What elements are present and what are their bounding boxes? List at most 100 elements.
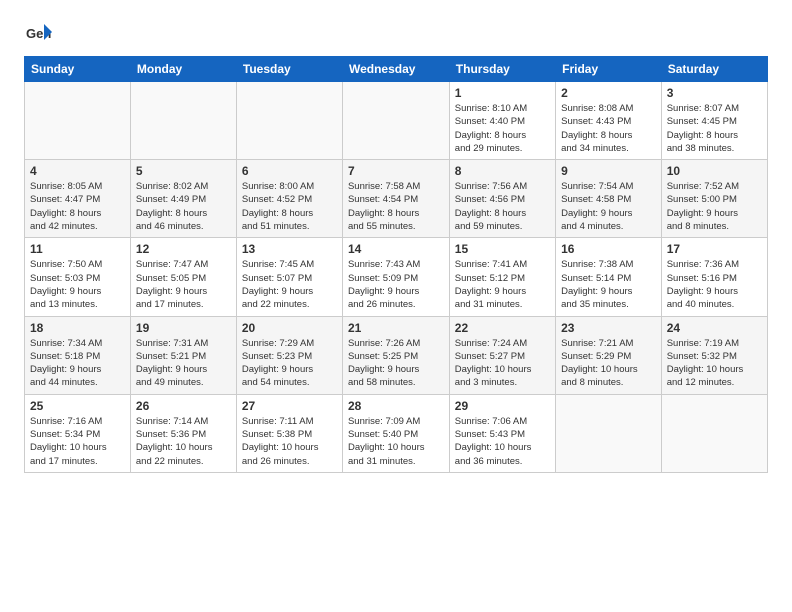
day-info: Sunrise: 7:19 AM Sunset: 5:32 PM Dayligh… [667, 337, 762, 390]
day-info: Sunrise: 7:47 AM Sunset: 5:05 PM Dayligh… [136, 258, 231, 311]
day-info: Sunrise: 7:21 AM Sunset: 5:29 PM Dayligh… [561, 337, 656, 390]
calendar-cell: 10Sunrise: 7:52 AM Sunset: 5:00 PM Dayli… [661, 160, 767, 238]
calendar-cell: 3 Sunrise: 8:07 AM Sunset: 4:45 PM Daylig… [661, 82, 767, 160]
calendar-cell: 26 Sunrise: 7:14 AM Sunset: 5:36 PM Dayli… [130, 394, 236, 472]
calendar-cell: 18Sunrise: 7:34 AM Sunset: 5:18 PM Dayli… [25, 316, 131, 394]
calendar-cell: 11 Sunrise: 7:50 AM Sunset: 5:03 PM Dayli… [25, 238, 131, 316]
calendar-cell: 22 Sunrise: 7:24 AM Sunset: 5:27 PM Dayli… [449, 316, 555, 394]
day-number: 19 [136, 321, 231, 335]
day-number: 5 [136, 164, 231, 178]
day-info: Sunrise: 7:43 AM Sunset: 5:09 PM Dayligh… [348, 258, 444, 311]
calendar-week-row: 11 Sunrise: 7:50 AM Sunset: 5:03 PM Dayli… [25, 238, 768, 316]
calendar-cell: 12 Sunrise: 7:47 AM Sunset: 5:05 PM Dayli… [130, 238, 236, 316]
calendar-cell: 13 Sunrise: 7:45 AM Sunset: 5:07 PM Dayli… [236, 238, 342, 316]
col-header-saturday: Saturday [661, 57, 767, 82]
day-info: Sunrise: 7:09 AM Sunset: 5:40 PM Dayligh… [348, 415, 444, 468]
day-number: 14 [348, 242, 444, 256]
day-number: 13 [242, 242, 337, 256]
day-number: 11 [30, 242, 125, 256]
day-info: Sunrise: 8:08 AM Sunset: 4:43 PM Dayligh… [561, 102, 656, 155]
col-header-friday: Friday [556, 57, 662, 82]
calendar-cell: 21 Sunrise: 7:26 AM Sunset: 5:25 PM Dayli… [342, 316, 449, 394]
calendar-cell: 25 Sunrise: 7:16 AM Sunset: 5:34 PM Dayli… [25, 394, 131, 472]
day-info: Sunrise: 8:05 AM Sunset: 4:47 PM Dayligh… [30, 180, 125, 233]
day-number: 9 [561, 164, 656, 178]
calendar-week-row: 1 Sunrise: 8:10 AM Sunset: 4:40 PM Daylig… [25, 82, 768, 160]
day-info: Sunrise: 7:41 AM Sunset: 5:12 PM Dayligh… [455, 258, 550, 311]
calendar-cell: 4 Sunrise: 8:05 AM Sunset: 4:47 PM Daylig… [25, 160, 131, 238]
page-header: Gen [24, 20, 768, 48]
calendar-cell: 17 Sunrise: 7:36 AM Sunset: 5:16 PM Dayli… [661, 238, 767, 316]
day-info: Sunrise: 7:54 AM Sunset: 4:58 PM Dayligh… [561, 180, 656, 233]
calendar-week-row: 25 Sunrise: 7:16 AM Sunset: 5:34 PM Dayli… [25, 394, 768, 472]
day-info: Sunrise: 7:50 AM Sunset: 5:03 PM Dayligh… [30, 258, 125, 311]
day-number: 16 [561, 242, 656, 256]
calendar-cell [342, 82, 449, 160]
calendar-cell [25, 82, 131, 160]
day-number: 25 [30, 399, 125, 413]
day-number: 3 [667, 86, 762, 100]
day-number: 24 [667, 321, 762, 335]
calendar-cell: 15 Sunrise: 7:41 AM Sunset: 5:12 PM Dayli… [449, 238, 555, 316]
day-number: 18 [30, 321, 125, 335]
col-header-monday: Monday [130, 57, 236, 82]
day-number: 12 [136, 242, 231, 256]
calendar-cell: 16 Sunrise: 7:38 AM Sunset: 5:14 PM Dayli… [556, 238, 662, 316]
calendar-table: SundayMondayTuesdayWednesdayThursdayFrid… [24, 56, 768, 473]
day-info: Sunrise: 7:58 AM Sunset: 4:54 PM Dayligh… [348, 180, 444, 233]
day-info: Sunrise: 8:07 AM Sunset: 4:45 PM Dayligh… [667, 102, 762, 155]
day-number: 6 [242, 164, 337, 178]
day-number: 17 [667, 242, 762, 256]
day-info: Sunrise: 7:06 AM Sunset: 5:43 PM Dayligh… [455, 415, 550, 468]
day-info: Sunrise: 7:16 AM Sunset: 5:34 PM Dayligh… [30, 415, 125, 468]
day-number: 23 [561, 321, 656, 335]
calendar-cell: 19 Sunrise: 7:31 AM Sunset: 5:21 PM Dayli… [130, 316, 236, 394]
day-info: Sunrise: 8:02 AM Sunset: 4:49 PM Dayligh… [136, 180, 231, 233]
col-header-thursday: Thursday [449, 57, 555, 82]
calendar-cell: 9 Sunrise: 7:54 AM Sunset: 4:58 PM Daylig… [556, 160, 662, 238]
calendar-cell: 1 Sunrise: 8:10 AM Sunset: 4:40 PM Daylig… [449, 82, 555, 160]
day-number: 21 [348, 321, 444, 335]
day-info: Sunrise: 8:00 AM Sunset: 4:52 PM Dayligh… [242, 180, 337, 233]
day-number: 10 [667, 164, 762, 178]
logo: Gen [24, 20, 56, 48]
day-number: 29 [455, 399, 550, 413]
day-info: Sunrise: 7:11 AM Sunset: 5:38 PM Dayligh… [242, 415, 337, 468]
calendar-header-row: SundayMondayTuesdayWednesdayThursdayFrid… [25, 57, 768, 82]
calendar-cell [236, 82, 342, 160]
calendar-week-row: 4 Sunrise: 8:05 AM Sunset: 4:47 PM Daylig… [25, 160, 768, 238]
day-number: 2 [561, 86, 656, 100]
calendar-cell: 6 Sunrise: 8:00 AM Sunset: 4:52 PM Daylig… [236, 160, 342, 238]
day-number: 8 [455, 164, 550, 178]
day-info: Sunrise: 8:10 AM Sunset: 4:40 PM Dayligh… [455, 102, 550, 155]
day-number: 20 [242, 321, 337, 335]
calendar-cell: 5 Sunrise: 8:02 AM Sunset: 4:49 PM Daylig… [130, 160, 236, 238]
calendar-cell: 14 Sunrise: 7:43 AM Sunset: 5:09 PM Dayli… [342, 238, 449, 316]
day-number: 4 [30, 164, 125, 178]
day-number: 26 [136, 399, 231, 413]
day-number: 27 [242, 399, 337, 413]
calendar-cell: 27 Sunrise: 7:11 AM Sunset: 5:38 PM Dayli… [236, 394, 342, 472]
day-info: Sunrise: 7:29 AM Sunset: 5:23 PM Dayligh… [242, 337, 337, 390]
calendar-week-row: 18Sunrise: 7:34 AM Sunset: 5:18 PM Dayli… [25, 316, 768, 394]
day-info: Sunrise: 7:45 AM Sunset: 5:07 PM Dayligh… [242, 258, 337, 311]
calendar-cell: 29 Sunrise: 7:06 AM Sunset: 5:43 PM Dayli… [449, 394, 555, 472]
day-info: Sunrise: 7:24 AM Sunset: 5:27 PM Dayligh… [455, 337, 550, 390]
day-number: 1 [455, 86, 550, 100]
day-number: 28 [348, 399, 444, 413]
calendar-cell: 7Sunrise: 7:58 AM Sunset: 4:54 PM Daylig… [342, 160, 449, 238]
day-number: 22 [455, 321, 550, 335]
col-header-sunday: Sunday [25, 57, 131, 82]
col-header-wednesday: Wednesday [342, 57, 449, 82]
calendar-cell: 20 Sunrise: 7:29 AM Sunset: 5:23 PM Dayli… [236, 316, 342, 394]
day-info: Sunrise: 7:38 AM Sunset: 5:14 PM Dayligh… [561, 258, 656, 311]
day-info: Sunrise: 7:56 AM Sunset: 4:56 PM Dayligh… [455, 180, 550, 233]
day-number: 15 [455, 242, 550, 256]
day-info: Sunrise: 7:36 AM Sunset: 5:16 PM Dayligh… [667, 258, 762, 311]
day-info: Sunrise: 7:31 AM Sunset: 5:21 PM Dayligh… [136, 337, 231, 390]
day-info: Sunrise: 7:26 AM Sunset: 5:25 PM Dayligh… [348, 337, 444, 390]
calendar-cell: 23 Sunrise: 7:21 AM Sunset: 5:29 PM Dayli… [556, 316, 662, 394]
logo-icon: Gen [24, 20, 52, 48]
day-info: Sunrise: 7:14 AM Sunset: 5:36 PM Dayligh… [136, 415, 231, 468]
calendar-cell: 8 Sunrise: 7:56 AM Sunset: 4:56 PM Daylig… [449, 160, 555, 238]
